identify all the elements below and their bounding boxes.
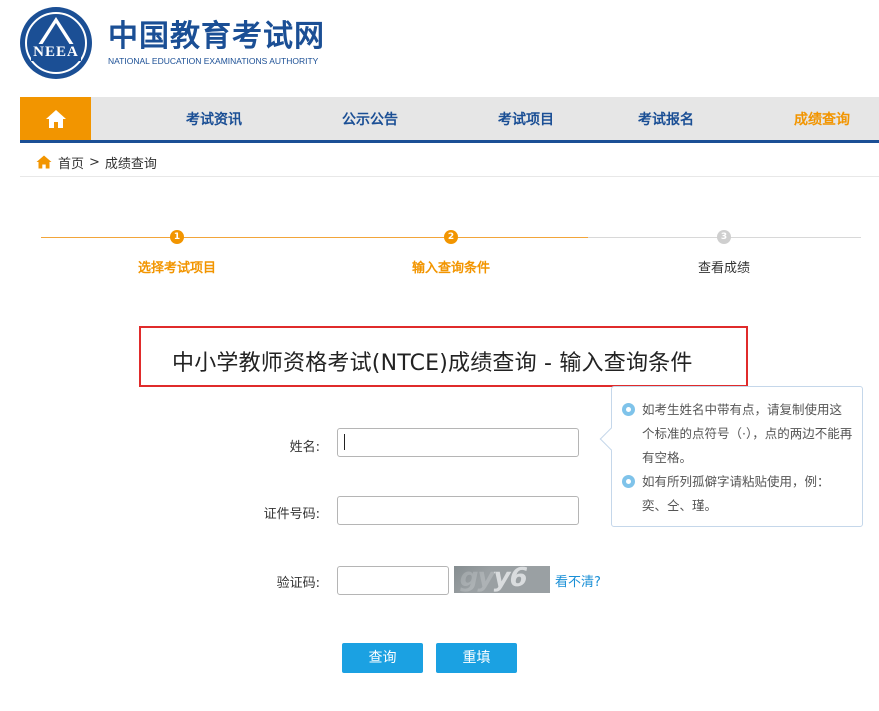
brand: 中国教育考试网 NATIONAL EDUCATION EXAMINATIONS …: [108, 19, 325, 67]
name-label: 姓名:: [289, 440, 320, 455]
id-number-input[interactable]: [337, 496, 579, 525]
step-1-label: 选择考试项目: [137, 261, 216, 276]
captcha-text: gyy6: [456, 566, 530, 593]
tip-item: 如考生姓名中带有点，请复制使用这个标准的点符号（·），点的两边不能再有空格。: [622, 398, 854, 470]
query-button[interactable]: 查询: [342, 643, 423, 673]
step-3-label: 查看成绩: [697, 261, 750, 276]
neea-logo[interactable]: NEEA: [20, 7, 92, 79]
step-2-dot: 2: [444, 230, 458, 244]
tip-text: 如有所列孤僻字请粘贴使用，例：奕、仝、瑾。: [642, 474, 830, 513]
nav-item-exam-projects[interactable]: 考试项目: [498, 97, 554, 140]
tip-item: 如有所列孤僻字请粘贴使用，例：奕、仝、瑾。: [622, 470, 854, 518]
captcha-refresh-link[interactable]: 看不清?: [555, 571, 601, 590]
breadcrumb-home-link[interactable]: 首页: [58, 153, 84, 172]
divider: [20, 176, 879, 177]
nav-item-announcements[interactable]: 公示公告: [342, 97, 398, 140]
nav-home-button[interactable]: [20, 97, 91, 140]
breadcrumb: 首页 > 成绩查询: [36, 152, 157, 172]
captcha-image[interactable]: gyy6: [454, 566, 550, 593]
text-cursor: [344, 434, 345, 450]
name-input[interactable]: [337, 428, 579, 457]
step-2-label: 输入查询条件: [411, 261, 490, 276]
page-title: 中小学教师资格考试(NTCE)成绩查询 - 输入查询条件: [172, 351, 693, 376]
page: NEEA 中国教育考试网 NATIONAL EDUCATION EXAMINAT…: [0, 0, 879, 711]
tip-arrow: [599, 427, 623, 451]
captcha-label: 验证码:: [276, 576, 320, 591]
site-header: NEEA 中国教育考试网 NATIONAL EDUCATION EXAMINAT…: [20, 6, 325, 80]
breadcrumb-separator: >: [89, 154, 100, 170]
brand-name-en: NATIONAL EDUCATION EXAMINATIONS AUTHORIT…: [108, 56, 319, 66]
nav-item-news[interactable]: 考试资讯: [186, 97, 242, 140]
nav-item-score-query[interactable]: 成绩查询: [794, 97, 850, 140]
main-nav: 考试资讯 公示公告 考试项目 考试报名 成绩查询: [20, 97, 879, 143]
brand-name-cn[interactable]: 中国教育考试网: [108, 19, 325, 55]
captcha-input[interactable]: [337, 566, 449, 595]
reset-button[interactable]: 重填: [436, 643, 517, 673]
step-3-dot: 3: [717, 230, 731, 244]
breadcrumb-current: 成绩查询: [104, 156, 157, 172]
step-line-done: [41, 237, 588, 238]
logo-abbr: NEEA: [31, 43, 81, 61]
nav-item-registration[interactable]: 考试报名: [638, 97, 694, 140]
home-icon: [45, 109, 66, 128]
radio-bullet-icon: [622, 475, 635, 488]
radio-bullet-icon: [622, 403, 635, 416]
step-1-dot: 1: [170, 230, 184, 244]
id-number-label: 证件号码:: [263, 507, 320, 522]
tip-text: 如考生姓名中带有点，请复制使用这个标准的点符号（·），点的两边不能再有空格。: [642, 402, 853, 465]
tip-box: 如考生姓名中带有点，请复制使用这个标准的点符号（·），点的两边不能再有空格。 如…: [599, 386, 863, 527]
home-icon: [36, 155, 52, 169]
